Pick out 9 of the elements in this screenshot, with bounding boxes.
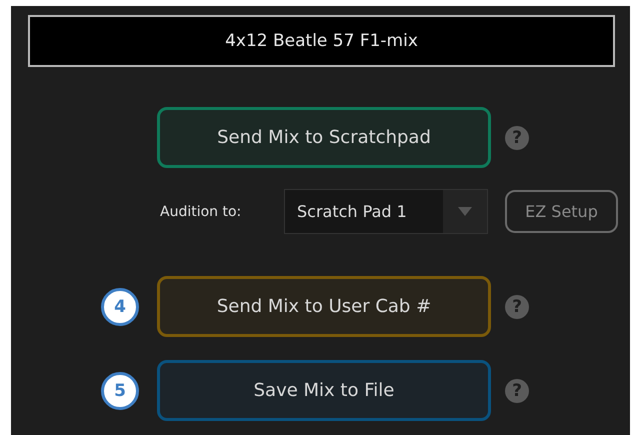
audition-label: Audition to: [160, 204, 242, 220]
action-button[interactable]: Send Mix to Scratchpad [157, 107, 491, 168]
audition-dropdown[interactable]: Scratch Pad 1 [284, 189, 488, 234]
action-button[interactable]: Send Mix to User Cab # [157, 276, 491, 337]
name-field[interactable]: 4x12 Beatle 57 F1-mix [28, 15, 615, 67]
dropdown-caret-icon [458, 207, 472, 216]
action-button[interactable]: Save Mix to File [157, 360, 491, 421]
step-badge: 4 [101, 288, 139, 326]
step-badge: 5 [101, 372, 139, 410]
